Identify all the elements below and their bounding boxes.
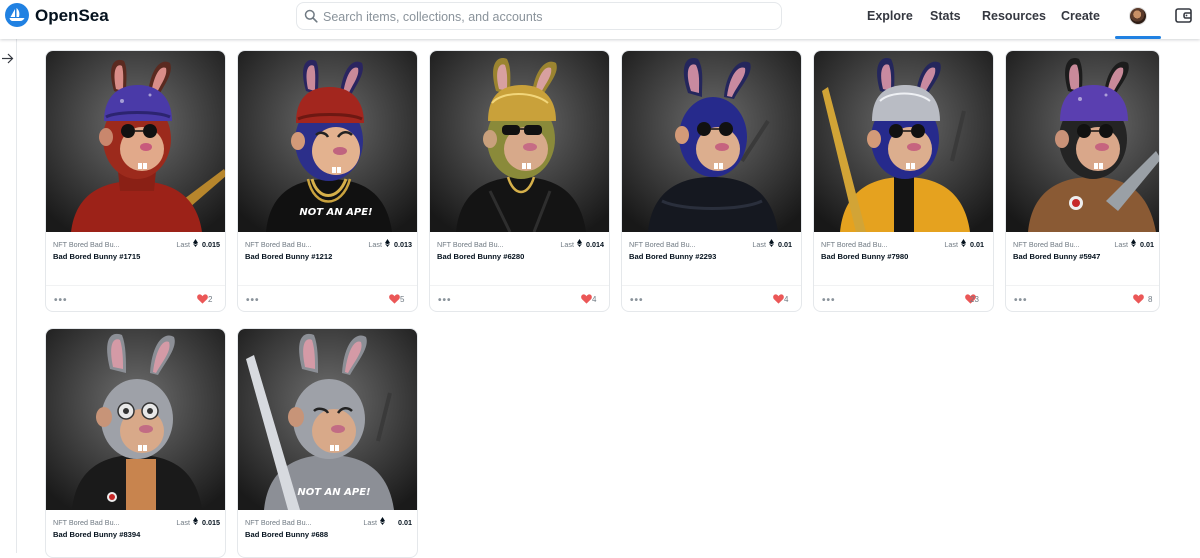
nft-image[interactable] xyxy=(46,329,226,510)
nft-card[interactable]: NFT Bored Bad Bu... Last 0.01 Bad Bored … xyxy=(621,50,802,312)
last-sale-label: Last xyxy=(368,240,382,249)
last-sale-label: Last xyxy=(752,240,766,249)
nft-name[interactable]: Bad Bored Bunny #7980 xyxy=(821,251,911,263)
last-sale-price: 0.015 xyxy=(202,518,220,527)
more-options-button[interactable]: ••• xyxy=(1014,295,1028,306)
nft-image[interactable] xyxy=(430,51,610,232)
arrow-right-icon xyxy=(2,53,14,64)
eth-icon xyxy=(961,239,966,247)
last-sale-price: 0.01 xyxy=(970,240,984,249)
card-divider xyxy=(430,285,609,286)
nft-name[interactable]: Bad Bored Bunny #688 xyxy=(245,529,415,541)
nav-explore[interactable]: Explore xyxy=(867,9,913,23)
favorite-count: 23 xyxy=(970,295,979,304)
eth-icon xyxy=(1131,239,1136,247)
collection-name[interactable]: NFT Bored Bad Bu... xyxy=(437,240,504,249)
last-sale-price: 0.015 xyxy=(202,240,220,249)
last-sale-price: 0.013 xyxy=(394,240,412,249)
nav-create[interactable]: Create xyxy=(1061,9,1100,23)
nft-name[interactable]: Bad Bored Bunny #2293 xyxy=(629,251,719,263)
nft-card[interactable]: NFT Bored Bad Bu... Last 0.015 Bad Bored… xyxy=(45,328,226,558)
nft-card[interactable]: NFT Bored Bad Bu... Last 0.015 Bad Bored… xyxy=(45,50,226,312)
last-sale-label: Last xyxy=(560,240,574,249)
last-sale-price: 0.01 xyxy=(398,518,412,527)
active-tab-indicator xyxy=(1115,36,1161,39)
more-options-button[interactable]: ••• xyxy=(438,295,452,306)
more-options-button[interactable]: ••• xyxy=(54,295,68,306)
eth-icon xyxy=(769,239,774,247)
profile-avatar[interactable] xyxy=(1129,7,1147,25)
svg-text:NOT AN APE!: NOT AN APE! xyxy=(299,207,372,218)
nft-card[interactable]: NOT AN APE! NFT Bored Bad Bu... Last 0.0… xyxy=(237,50,418,312)
favorite-count: 4 xyxy=(784,295,789,304)
favorite-count: 5 xyxy=(400,295,405,304)
collection-name[interactable]: NFT Bored Bad Bu... xyxy=(1013,240,1080,249)
brand-name[interactable]: OpenSea xyxy=(35,6,109,26)
heart-icon[interactable] xyxy=(197,294,208,304)
eth-icon xyxy=(385,239,390,247)
favorite-count: 4 xyxy=(592,295,597,304)
nft-image[interactable] xyxy=(46,51,226,232)
eth-icon xyxy=(380,517,385,525)
nft-name[interactable]: Bad Bored Bunny #1212 xyxy=(245,251,335,263)
collection-name[interactable]: NFT Bored Bad Bu... xyxy=(245,240,312,249)
eth-icon xyxy=(193,239,198,247)
card-divider xyxy=(46,285,225,286)
nft-card[interactable]: NFT Bored Bad Bu... Last 0.01 Bad Bored … xyxy=(1005,50,1160,312)
svg-text:NOT AN APE!: NOT AN APE! xyxy=(297,487,370,498)
card-divider xyxy=(238,285,417,286)
nft-image[interactable] xyxy=(622,51,802,232)
search-icon xyxy=(304,9,318,23)
search-input[interactable] xyxy=(323,7,763,27)
nav-stats[interactable]: Stats xyxy=(930,9,961,23)
nft-name[interactable]: Bad Bored Bunny #6280 xyxy=(437,251,527,263)
eth-icon xyxy=(193,517,198,525)
nft-name[interactable]: Bad Bored Bunny #5947 xyxy=(1013,251,1103,263)
search-bar[interactable] xyxy=(296,2,782,30)
nft-image[interactable] xyxy=(1006,51,1160,232)
last-sale-label: Last xyxy=(944,240,958,249)
wallet-icon[interactable] xyxy=(1175,8,1192,23)
collection-name[interactable]: NFT Bored Bad Bu... xyxy=(53,518,120,527)
nft-image[interactable]: NOT AN APE! xyxy=(238,329,418,510)
collection-name[interactable]: NFT Bored Bad Bu... xyxy=(53,240,120,249)
more-options-button[interactable]: ••• xyxy=(822,295,836,306)
card-divider xyxy=(622,285,801,286)
favorite-count: 8 xyxy=(1148,295,1153,304)
heart-icon[interactable] xyxy=(773,294,784,304)
more-options-button[interactable]: ••• xyxy=(630,295,644,306)
nft-name[interactable]: Bad Bored Bunny #8394 xyxy=(53,529,143,541)
last-sale-price: 0.01 xyxy=(778,240,792,249)
top-navbar: OpenSea Explore Stats Resources Create xyxy=(0,0,1200,39)
opensea-logo-icon[interactable] xyxy=(5,3,29,27)
card-divider xyxy=(814,285,993,286)
eth-icon xyxy=(577,239,582,247)
collection-name[interactable]: NFT Bored Bad Bu... xyxy=(245,518,312,527)
more-options-button[interactable]: ••• xyxy=(246,295,260,306)
last-sale-label: Last xyxy=(176,240,190,249)
sailboat-icon xyxy=(9,8,25,21)
filter-sidebar-toggle[interactable] xyxy=(0,39,17,553)
nft-image[interactable]: NOT AN APE! xyxy=(238,51,418,232)
favorite-count: 2 xyxy=(208,295,213,304)
last-sale-label: Last xyxy=(176,518,190,527)
nft-card[interactable]: NOT AN APE! NFT Bored Bad Bu... Last 0.0… xyxy=(237,328,418,558)
collection-name[interactable]: NFT Bored Bad Bu... xyxy=(629,240,696,249)
last-sale-price: 0.014 xyxy=(586,240,604,249)
heart-icon[interactable] xyxy=(581,294,592,304)
nft-name[interactable]: Bad Bored Bunny #1715 xyxy=(53,251,143,263)
nav-resources[interactable]: Resources xyxy=(982,9,1046,23)
heart-icon[interactable] xyxy=(1133,294,1144,304)
last-sale-label: Last xyxy=(363,518,377,527)
last-sale-price: 0.01 xyxy=(1140,240,1154,249)
last-sale-label: Last xyxy=(1114,240,1128,249)
nft-card[interactable]: NFT Bored Bad Bu... Last 0.01 Bad Bored … xyxy=(813,50,994,312)
nft-image[interactable] xyxy=(814,51,994,232)
collection-name[interactable]: NFT Bored Bad Bu... xyxy=(821,240,888,249)
heart-icon[interactable] xyxy=(389,294,400,304)
card-divider xyxy=(1006,285,1159,286)
nft-card[interactable]: NFT Bored Bad Bu... Last 0.014 Bad Bored… xyxy=(429,50,610,312)
